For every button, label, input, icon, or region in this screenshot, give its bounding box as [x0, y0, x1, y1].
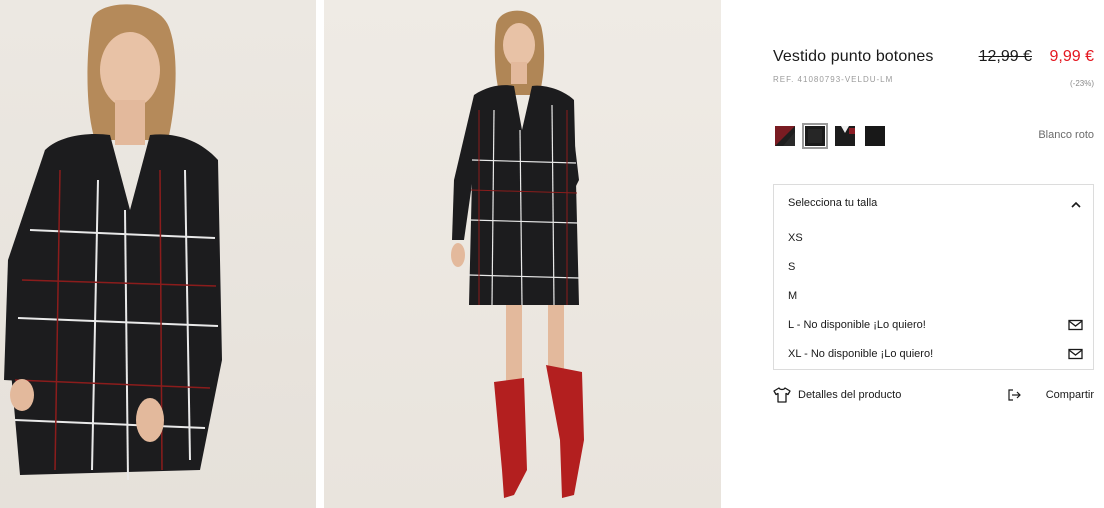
product-details-label: Detalles del producto — [798, 389, 902, 401]
mail-icon[interactable] — [1068, 318, 1083, 332]
tshirt-icon — [773, 387, 791, 403]
size-option-label: XS — [788, 232, 803, 244]
product-info-panel: Vestido punto botones 12,99 € 9,99 € REF… — [773, 0, 1094, 508]
product-actions: Detalles del producto Compartir — [773, 386, 1094, 406]
product-photo-closeup[interactable] — [0, 0, 316, 508]
product-page: Vestido punto botones 12,99 € 9,99 € REF… — [0, 0, 1104, 508]
title-row: Vestido punto botones 12,99 € 9,99 € — [773, 48, 1094, 70]
size-selector[interactable]: Selecciona tu talla XS S M L - No dispon… — [773, 184, 1094, 370]
old-price: 12,99 € — [978, 48, 1032, 65]
model-closeup-illustration — [4, 4, 222, 481]
discount-badge: (-23%) — [1069, 79, 1094, 88]
mail-icon[interactable] — [1068, 347, 1083, 361]
product-photo-fullbody[interactable] — [324, 0, 721, 508]
size-option-label: M — [788, 290, 798, 302]
color-swatch-black-plain[interactable] — [865, 126, 885, 146]
sale-price: 9,99 € — [1049, 48, 1094, 65]
share-icon — [1008, 389, 1021, 401]
product-reference: REF. 41080793-VELDU-LM — [773, 75, 894, 84]
size-selector-header[interactable]: Selecciona tu talla — [788, 197, 877, 209]
size-option-m[interactable]: M — [788, 287, 1083, 307]
product-title: Vestido punto botones — [773, 48, 934, 65]
share-button[interactable]: Compartir — [1008, 386, 1094, 406]
size-option-label: L - No disponible ¡Lo quiero! — [788, 319, 926, 331]
model-fullbody-illustration — [451, 10, 584, 498]
color-swatch-black[interactable] — [802, 123, 828, 149]
size-option-xs[interactable]: XS — [788, 229, 1083, 249]
size-option-xl[interactable]: XL - No disponible ¡Lo quiero! — [788, 345, 1083, 365]
share-label: Compartir — [1045, 389, 1094, 401]
chevron-up-icon[interactable] — [1069, 198, 1083, 212]
size-option-label: S — [788, 261, 796, 273]
size-option-s[interactable]: S — [788, 258, 1083, 278]
color-swatch-black-red[interactable] — [775, 126, 795, 146]
selected-color-name: Blanco roto — [1038, 129, 1094, 141]
size-option-label: XL - No disponible ¡Lo quiero! — [788, 348, 934, 360]
size-option-l[interactable]: L - No disponible ¡Lo quiero! — [788, 316, 1083, 336]
color-swatch-black-red-print[interactable] — [835, 126, 855, 146]
